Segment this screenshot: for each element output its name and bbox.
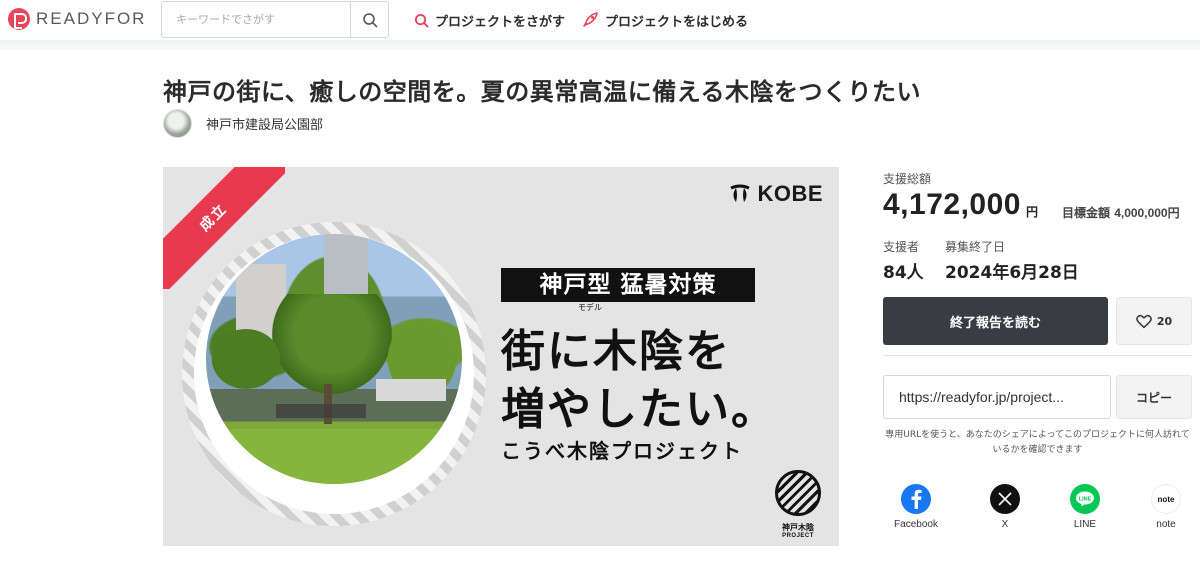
headline-ruby: モデル	[578, 303, 602, 312]
share-line[interactable]: LINE LINE	[1050, 484, 1120, 530]
goal-label: 目標金額	[1062, 206, 1111, 220]
share-facebook[interactable]: Facebook	[881, 484, 951, 530]
x-icon[interactable]	[990, 484, 1020, 514]
share-note[interactable]: note note	[1131, 484, 1200, 530]
readyfor-logo[interactable]: READYFOR	[8, 8, 146, 30]
rocket-icon	[583, 12, 598, 27]
heart-icon	[1136, 314, 1152, 328]
nav-find-label: プロジェクトをさがす	[435, 14, 566, 30]
total-amount: 4,172,000	[883, 188, 1021, 221]
kobe-logo-text: KOBE	[757, 181, 823, 206]
search-box	[161, 1, 389, 38]
headline-box: 神戸型 猛暑対策	[501, 268, 755, 302]
line-label: LINE	[1073, 519, 1097, 530]
end-date: 2024年6月28日	[945, 263, 1079, 283]
line-icon[interactable]: LINE	[1070, 484, 1100, 514]
search-icon	[362, 12, 377, 27]
nav-find-projects[interactable]: プロジェクトをさがす	[414, 10, 565, 30]
kokage-logo-icon	[775, 470, 821, 516]
facebook-icon[interactable]	[901, 484, 931, 514]
kokage-logo-name: 神戸木陰	[782, 523, 814, 532]
favorite-button[interactable]: 20	[1116, 297, 1192, 345]
site-header: READYFOR プロジェクトをさがす プロジェクトをはじめる	[0, 0, 1200, 40]
supporters-label: 支援者	[883, 240, 920, 254]
kobe-mark-icon	[730, 184, 751, 202]
header-divider	[0, 40, 1200, 50]
owner-name[interactable]: 神戸市建設局公園部	[206, 114, 323, 133]
x-label: X	[1001, 519, 1009, 530]
nav-start-project[interactable]: プロジェクトをはじめる	[581, 10, 748, 30]
owner-avatar[interactable]	[163, 108, 192, 138]
search-button[interactable]	[350, 2, 388, 37]
copy-url-button[interactable]: コピー	[1116, 375, 1192, 419]
project-owner[interactable]: 神戸市建設局公園部	[163, 108, 323, 138]
read-report-button[interactable]: 終了報告を読む	[883, 297, 1108, 345]
note-icon[interactable]: note	[1151, 484, 1181, 514]
search-icon	[414, 13, 429, 28]
status-badge: 成立	[196, 200, 231, 235]
hero-main-line-2: 増やしたい。	[501, 384, 777, 435]
tree-photo	[206, 234, 462, 484]
goal-value: 4,000,000円	[1114, 206, 1180, 220]
kokage-project-logo: 神戸木陰 PROJECT	[772, 470, 824, 539]
hero-main-line-1: 街に木陰を	[501, 326, 731, 377]
share-x[interactable]: X	[970, 484, 1040, 530]
svg-text:LINE: LINE	[1079, 497, 1092, 503]
end-date-label: 募集終了日	[945, 240, 1006, 254]
supporters-count: 84人	[883, 263, 924, 283]
readyfor-logo-icon	[8, 8, 30, 30]
page-title: 神戸の街に、癒しの空間を。夏の異常高温に備える木陰をつくりたい	[163, 78, 922, 106]
search-input[interactable]	[162, 2, 351, 37]
hero-subline: こうべ木陰プロジェクト	[501, 439, 743, 463]
svg-text:note: note	[1158, 495, 1175, 504]
nav-start-label: プロジェクトをはじめる	[605, 14, 749, 30]
headline-text: 神戸型 猛暑対策	[539, 272, 717, 298]
favorite-count: 20	[1156, 314, 1173, 328]
kokage-logo-sub: PROJECT	[782, 533, 814, 539]
panel-divider	[883, 355, 1192, 356]
total-unit: 円	[1026, 205, 1039, 219]
goal-amount: 目標金額 4,000,000円	[1062, 204, 1180, 221]
project-hero-image: 成立 KOBE 神戸型 猛暑対策 モデル 街に木陰を 増やしたい。 こうべ木陰プ…	[163, 167, 839, 546]
share-url-note: 専用URLを使うと、あなたのシェアによってこのプロジェクトに何人訪れているかを確…	[885, 430, 1190, 455]
total-label: 支援総額	[883, 172, 932, 186]
facebook-label: Facebook	[894, 519, 938, 530]
logo-text: READYFOR	[36, 9, 147, 28]
share-url-field[interactable]	[883, 375, 1111, 419]
note-label: note	[1156, 519, 1176, 530]
kobe-logo: KOBE	[729, 181, 823, 207]
